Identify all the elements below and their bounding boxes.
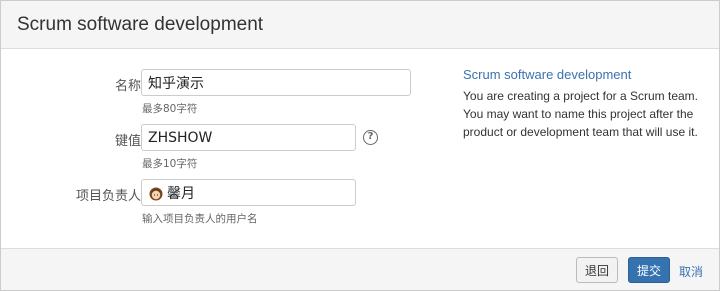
key-input-value: ZHSHOW — [148, 129, 213, 146]
template-description: You are creating a project for a Scrum t… — [463, 89, 699, 139]
submit-button[interactable]: 提交 — [628, 257, 670, 283]
cancel-link[interactable]: 取消 — [679, 263, 703, 280]
key-label: 键值 — [114, 134, 141, 149]
key-hint: 最多10字符 — [142, 158, 198, 170]
back-button[interactable]: 退回 — [576, 257, 618, 283]
user-avatar-icon — [149, 187, 163, 200]
lead-label: 项目负责人 — [75, 189, 141, 204]
name-input[interactable]: 知乎演示 — [141, 69, 411, 96]
name-hint: 最多80字符 — [142, 103, 198, 115]
question-circle-icon[interactable]: ? — [363, 130, 378, 145]
template-title: Scrum software development — [463, 67, 632, 82]
key-input[interactable]: ZHSHOW — [141, 124, 356, 151]
lead-input[interactable]: 馨月 — [141, 179, 356, 206]
lead-input-value: 馨月 — [167, 185, 195, 202]
create-project-dialog: Scrum software development 名称 知乎演示 最多80字… — [0, 0, 720, 291]
dialog-footer: 退回 提交 取消 — [1, 248, 719, 290]
name-label: 名称 — [114, 79, 141, 94]
dialog-header: Scrum software development — [1, 1, 719, 49]
lead-hint: 输入项目负责人的用户名 — [142, 213, 258, 225]
name-input-value: 知乎演示 — [148, 75, 204, 92]
dialog-title: Scrum software development — [17, 14, 264, 35]
